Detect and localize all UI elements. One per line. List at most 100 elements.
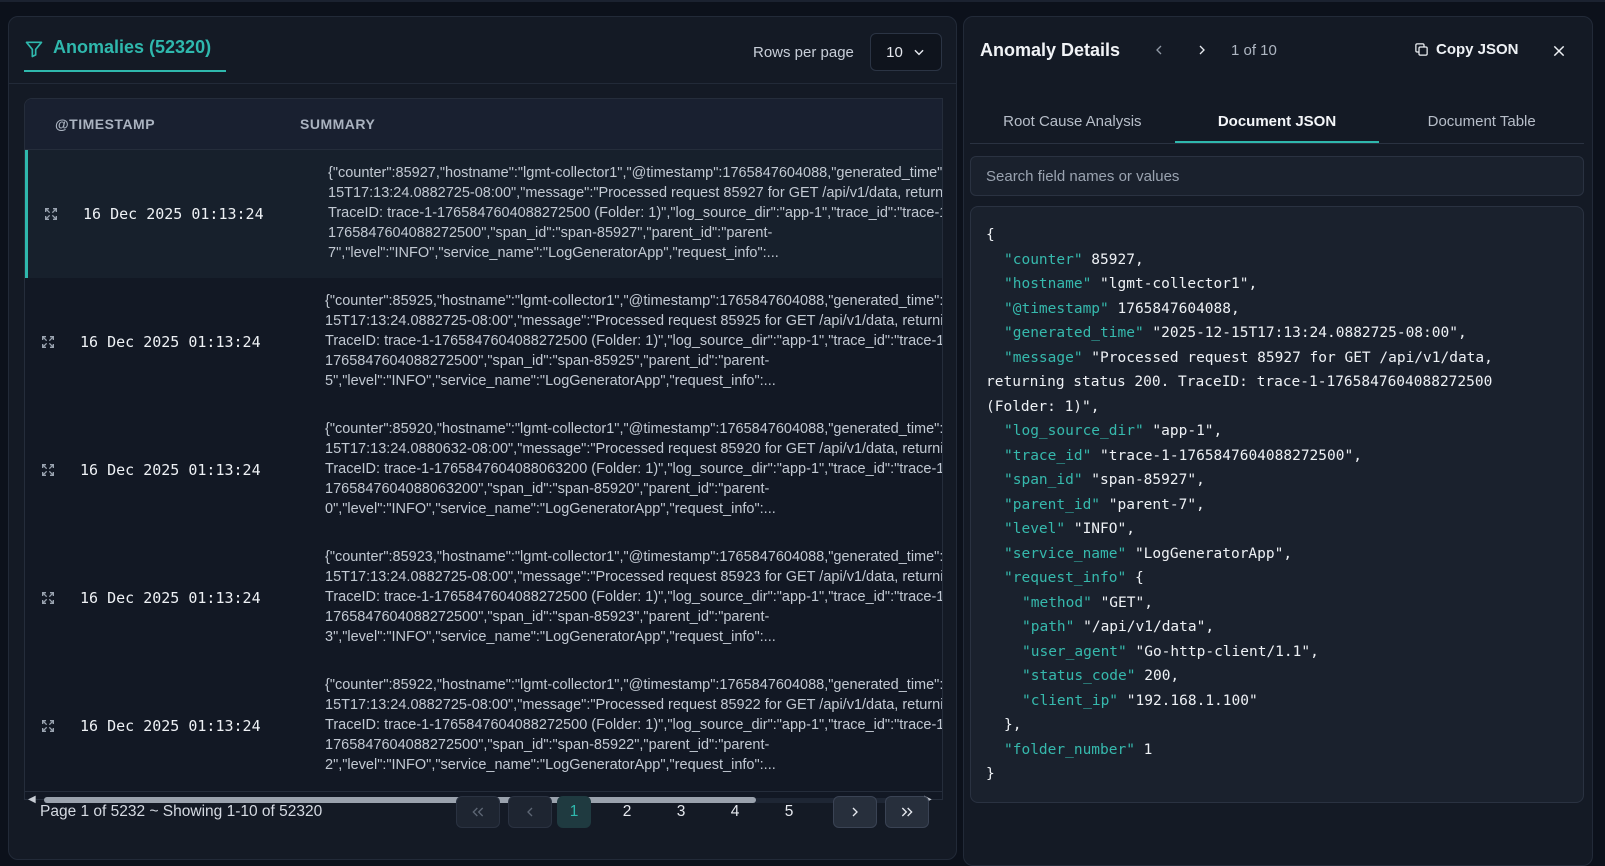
row-summary: {"counter":85927,"hostname":"lgmt-collec… (328, 165, 943, 261)
json-line: returning status 200. TraceID: trace-1-1… (986, 374, 1493, 390)
json-value: "trace-1-1765847604088272500", (1091, 447, 1362, 464)
json-line: "parent_id" "parent-7", (986, 493, 1568, 518)
row-summary: {"counter":85920,"hostname":"lgmt-collec… (325, 421, 943, 517)
json-key: "path" (1022, 619, 1075, 635)
details-tabs: Root Cause Analysis Document JSON Docume… (970, 99, 1584, 144)
table-row[interactable]: 16 Dec 2025 01:13:24 {"counter":85927,"ho… (25, 150, 942, 280)
json-line: } (986, 766, 995, 782)
previous-page-button[interactable] (508, 796, 552, 828)
row-timestamp: 16 Dec 2025 01:13:24 (80, 589, 261, 607)
json-viewer: {"counter" 85927, "hostname" "lgmt-collec… (970, 206, 1584, 803)
previous-anomaly-button[interactable] (1149, 40, 1169, 60)
json-key: "@timestamp" (1004, 300, 1109, 317)
json-line: { (986, 227, 995, 243)
top-divider (0, 0, 1605, 2)
json-line: "service_name" "LogGeneratorApp", (986, 542, 1568, 567)
expand-icon[interactable] (40, 334, 56, 350)
json-value: "parent-7", (1100, 496, 1205, 513)
table-row[interactable]: 16 Dec 2025 01:13:24 {"counter":85922,"ho… (25, 662, 942, 792)
table-row[interactable]: 16 Dec 2025 01:13:24 {"counter":85925,"ho… (25, 278, 942, 408)
close-button[interactable] (1549, 41, 1569, 61)
row-timestamp: 16 Dec 2025 01:13:24 (80, 717, 261, 735)
first-page-button[interactable] (456, 796, 500, 828)
json-key: "user_agent" (1022, 643, 1127, 660)
json-key: "folder_number" (1004, 741, 1135, 758)
json-key: "service_name" (1004, 545, 1127, 562)
page-1-button[interactable]: 1 (557, 796, 591, 828)
tab-root-cause-analysis[interactable]: Root Cause Analysis (970, 99, 1175, 143)
rows-per-page-label: Rows per page (753, 44, 854, 61)
copy-json-button[interactable]: Copy JSON (1414, 41, 1519, 58)
json-line: "client_ip" "192.168.1.100" (986, 689, 1568, 714)
anomalies-tab[interactable]: Anomalies (52320) (24, 37, 227, 72)
anomaly-position: 1 of 10 (1231, 42, 1277, 59)
chevron-down-icon (914, 49, 924, 56)
page-3-button[interactable]: 3 (664, 796, 698, 828)
chevron-left-icon (1156, 45, 1162, 55)
json-line: (Folder: 1)", (986, 398, 1100, 415)
json-line: "counter" 85927, (986, 248, 1568, 273)
json-key: "log_source_dir" (1004, 423, 1144, 439)
json-line: }, (1004, 717, 1022, 733)
column-header-timestamp[interactable]: @TIMESTAMP (55, 116, 155, 132)
json-value: "192.168.1.100" (1118, 692, 1258, 709)
json-value: 200, (1135, 668, 1180, 684)
json-key: "level" (1004, 521, 1066, 537)
json-line: "hostname" "lgmt-collector1", (986, 272, 1568, 297)
page-5-button[interactable]: 5 (772, 796, 806, 828)
rows-per-page-select[interactable]: 10 (870, 33, 942, 71)
expand-icon[interactable] (43, 206, 59, 222)
row-timestamp: 16 Dec 2025 01:13:24 (80, 461, 261, 479)
json-line: "path" "/api/v1/data", (986, 615, 1568, 640)
json-value: 85927, (1082, 251, 1144, 268)
chevron-right-icon (1199, 45, 1205, 55)
page-2-button[interactable]: 2 (610, 796, 644, 828)
expand-icon[interactable] (40, 718, 56, 734)
json-value: "Processed request 85927 for GET /api/v1… (1082, 349, 1493, 366)
json-key: "counter" (1004, 251, 1083, 268)
json-key: "parent_id" (1004, 496, 1101, 513)
json-value: { (1126, 570, 1144, 586)
json-value: "GET", (1091, 594, 1153, 611)
json-line: "trace_id" "trace-1-1765847604088272500"… (986, 444, 1568, 469)
json-value: "/api/v1/data", (1074, 619, 1215, 635)
next-page-button[interactable] (833, 796, 877, 828)
json-value: "Go-http-client/1.1", (1126, 643, 1319, 660)
json-value: 1765847604088, (1108, 300, 1240, 317)
pagination-summary: Page 1 of 5232 ~ Showing 1-10 of 52320 (40, 803, 323, 820)
tab-document-table[interactable]: Document Table (1379, 99, 1584, 143)
chevron-right-icon (852, 807, 858, 817)
anomalies-panel: Anomalies (52320) Rows per page 10 @TIME… (8, 16, 957, 860)
scroll-left-icon[interactable]: ◀ (28, 794, 36, 805)
last-page-button[interactable] (885, 796, 929, 828)
json-key: "status_code" (1022, 668, 1136, 684)
field-search-input[interactable] (970, 156, 1584, 196)
anomalies-tab-label: Anomalies (52320) (53, 37, 212, 57)
expand-icon[interactable] (40, 462, 56, 478)
table-row[interactable]: 16 Dec 2025 01:13:24 {"counter":85920,"ho… (25, 406, 942, 536)
json-line: "request_info" { (986, 566, 1568, 591)
tab-document-json[interactable]: Document JSON (1174, 99, 1380, 143)
json-line: "span_id" "span-85927", (986, 468, 1568, 493)
page-4-button[interactable]: 4 (718, 796, 752, 828)
anomalies-table: @TIMESTAMP SUMMARY 16 Dec 2025 01:13:24 {… (24, 98, 943, 800)
json-key: "message" (1004, 349, 1083, 366)
filter-icon (25, 41, 43, 58)
json-line: "generated_time" "2025-12-15T17:13:24.08… (986, 321, 1568, 346)
anomalies-header: Anomalies (52320) Rows per page 10 (9, 17, 956, 84)
row-timestamp: 16 Dec 2025 01:13:24 (83, 205, 264, 223)
close-icon (1553, 45, 1565, 57)
json-value: "app-1", (1143, 423, 1223, 439)
copy-icon (1415, 43, 1428, 56)
row-summary: {"counter":85923,"hostname":"lgmt-collec… (325, 549, 943, 645)
expand-icon[interactable] (40, 590, 56, 606)
json-line: "level" "INFO", (986, 517, 1568, 542)
json-line: "status_code" 200, (986, 664, 1568, 689)
table-row[interactable]: 16 Dec 2025 01:13:24 {"counter":85923,"ho… (25, 534, 942, 664)
column-header-summary[interactable]: SUMMARY (300, 116, 375, 132)
chevron-left-icon (527, 807, 533, 817)
json-line: "folder_number" 1 (986, 738, 1568, 763)
json-line: "log_source_dir" "app-1", (986, 419, 1568, 444)
next-anomaly-button[interactable] (1192, 40, 1212, 60)
json-key: "generated_time" (1004, 325, 1144, 341)
